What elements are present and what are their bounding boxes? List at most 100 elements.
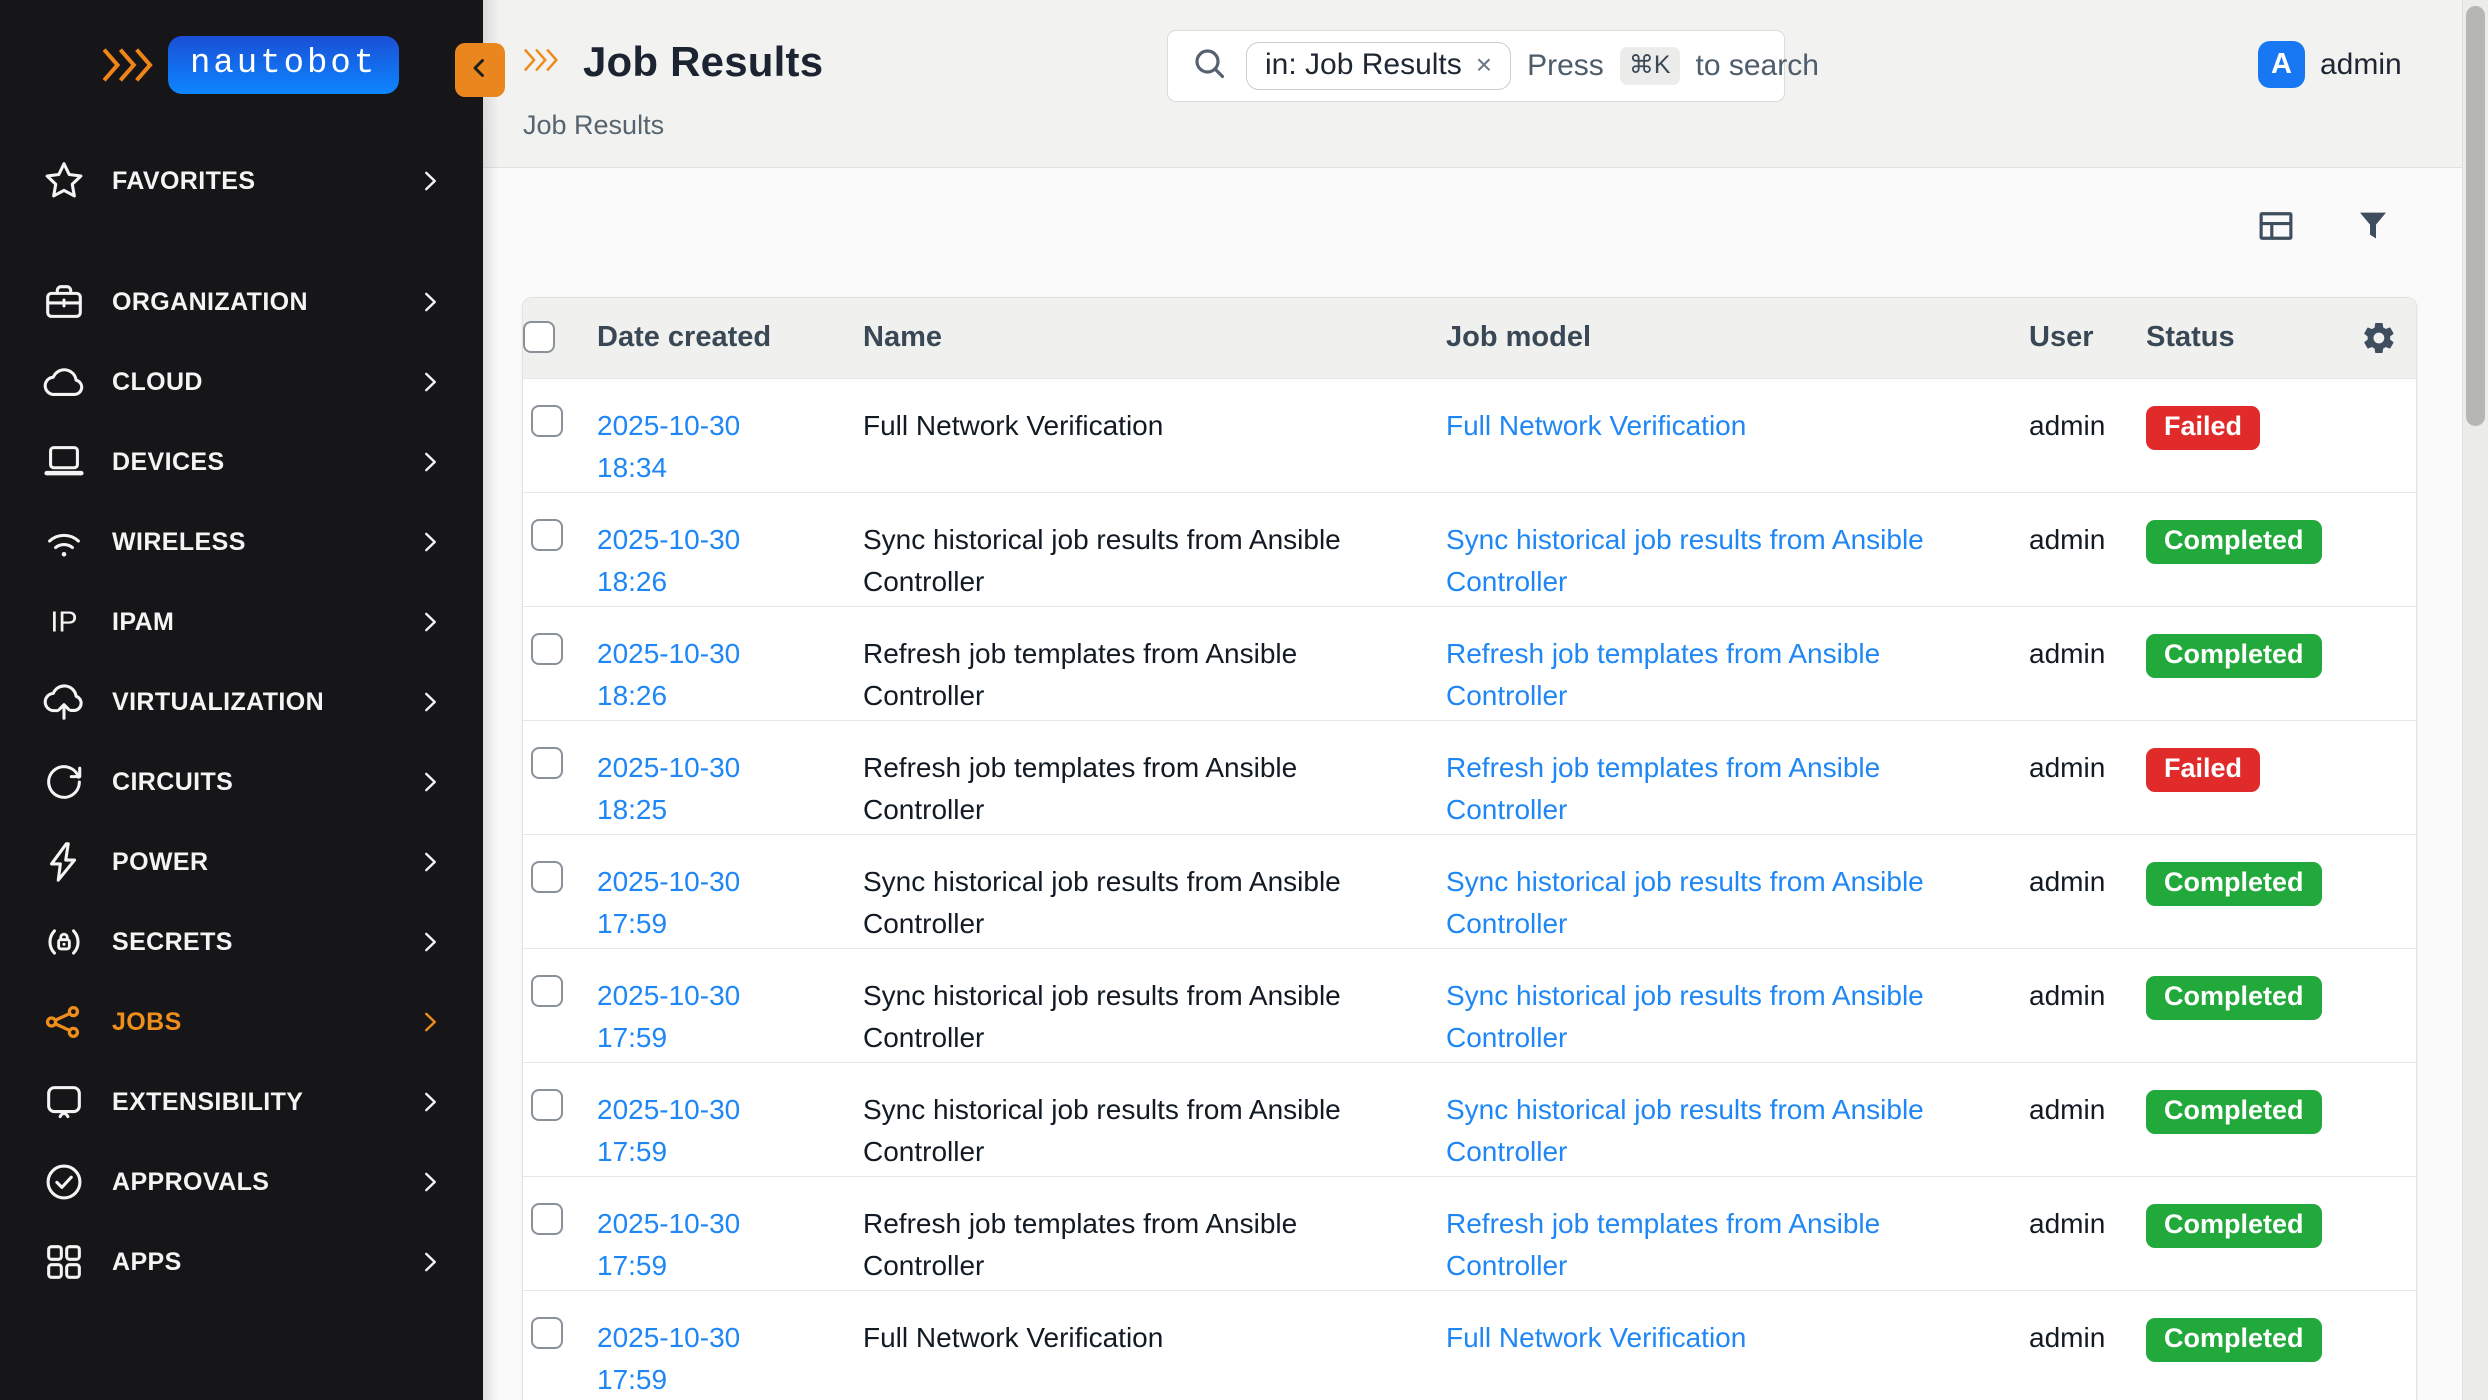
chevron-right-icon xyxy=(415,1247,445,1277)
search-hint-press: Press xyxy=(1527,49,1604,83)
sidebar-item-virtualization[interactable]: VIRTUALIZATION xyxy=(0,662,483,742)
sidebar-item-power[interactable]: POWER xyxy=(0,822,483,902)
title-chevrons-icon xyxy=(521,44,565,81)
lock-brackets-icon xyxy=(40,919,88,965)
date-created-link[interactable]: 2025-10-3018:26 xyxy=(597,638,740,711)
table-settings-button[interactable] xyxy=(2361,320,2417,356)
status-badge: Failed xyxy=(2146,748,2260,792)
table-row: 2025-10-3017:59 Sync historical job resu… xyxy=(523,948,2417,1062)
table-toolbar xyxy=(2255,204,2393,248)
table-row: 2025-10-3018:26 Sync historical job resu… xyxy=(523,492,2417,606)
sidebar-item-devices[interactable]: DEVICES xyxy=(0,422,483,502)
column-header-job-model[interactable]: Job model xyxy=(1446,298,2029,378)
job-model-link[interactable]: Refresh job templates from Ansible Contr… xyxy=(1446,752,1880,825)
sidebar-item-favorites[interactable]: FAVORITES xyxy=(0,141,483,221)
briefcase-icon xyxy=(40,279,88,325)
row-checkbox[interactable] xyxy=(531,1089,563,1121)
user-menu[interactable]: A admin xyxy=(2258,41,2402,88)
row-checkbox[interactable] xyxy=(531,633,563,665)
job-model-link[interactable]: Full Network Verification xyxy=(1446,410,1746,441)
search-filter-chip[interactable]: in: Job Results × xyxy=(1246,42,1511,90)
column-header-date-created[interactable]: Date created xyxy=(597,298,863,378)
sidebar-item-ipam[interactable]: IP IPAM xyxy=(0,582,483,662)
row-checkbox[interactable] xyxy=(531,405,563,437)
chevron-right-icon xyxy=(415,1167,445,1197)
job-name: Sync historical job results from Ansible… xyxy=(863,866,1341,939)
row-checkbox[interactable] xyxy=(531,1317,563,1349)
table-layout-button[interactable] xyxy=(2255,205,2297,247)
table-row: 2025-10-3017:59 Refresh job templates fr… xyxy=(523,1176,2417,1290)
sidebar-item-wireless[interactable]: WIRELESS xyxy=(0,502,483,582)
refresh-circle-icon xyxy=(40,759,88,805)
sidebar-item-extensibility[interactable]: EXTENSIBILITY xyxy=(0,1062,483,1142)
wifi-icon xyxy=(40,519,88,565)
select-all-checkbox[interactable] xyxy=(523,321,555,353)
sidebar-item-organization[interactable]: ORGANIZATION xyxy=(0,262,483,342)
sidebar-item-approvals[interactable]: APPROVALS xyxy=(0,1142,483,1222)
status-badge: Completed xyxy=(2146,1090,2322,1134)
chevron-right-icon xyxy=(415,687,445,717)
sidebar-item-label: POWER xyxy=(112,848,415,877)
date-created-link[interactable]: 2025-10-3017:59 xyxy=(597,1208,740,1281)
row-checkbox[interactable] xyxy=(531,861,563,893)
logo-wordmark: nautobot xyxy=(168,36,399,94)
sidebar-collapse-button[interactable] xyxy=(455,43,505,97)
date-created-link[interactable]: 2025-10-3018:26 xyxy=(597,524,740,597)
global-search-input[interactable]: in: Job Results × Press ⌘K to search xyxy=(1167,30,1785,102)
sidebar-item-circuits[interactable]: CIRCUITS xyxy=(0,742,483,822)
column-header-name[interactable]: Name xyxy=(863,298,1446,378)
sidebar-item-cloud[interactable]: CLOUD xyxy=(0,342,483,422)
status-badge: Completed xyxy=(2146,976,2322,1020)
vertical-scrollbar[interactable] xyxy=(2462,0,2488,1400)
sidebar-item-jobs[interactable]: JOBS xyxy=(0,982,483,1062)
job-model-link[interactable]: Sync historical job results from Ansible… xyxy=(1446,980,1924,1053)
date-created-link[interactable]: 2025-10-3017:59 xyxy=(597,866,740,939)
sidebar-nav: FAVORITES ORGANIZATION CLOUD xyxy=(0,141,483,1302)
scrollbar-thumb[interactable] xyxy=(2466,6,2485,426)
logo[interactable]: nautobot xyxy=(100,36,399,94)
cloud-upload-icon xyxy=(40,679,88,725)
column-header-status[interactable]: Status xyxy=(2146,298,2361,378)
row-checkbox[interactable] xyxy=(531,747,563,779)
check-circle-icon xyxy=(40,1159,88,1205)
sidebar-item-apps[interactable]: APPS xyxy=(0,1222,483,1302)
job-name: Full Network Verification xyxy=(863,1322,1163,1353)
search-hint-suffix: to search xyxy=(1696,49,1819,83)
job-model-link[interactable]: Sync historical job results from Ansible… xyxy=(1446,524,1924,597)
job-model-link[interactable]: Sync historical job results from Ansible… xyxy=(1446,866,1924,939)
job-model-link[interactable]: Sync historical job results from Ansible… xyxy=(1446,1094,1924,1167)
date-created-link[interactable]: 2025-10-3018:25 xyxy=(597,752,740,825)
chevron-right-icon xyxy=(415,767,445,797)
sidebar-item-secrets[interactable]: SECRETS xyxy=(0,902,483,982)
avatar[interactable]: A xyxy=(2258,41,2305,88)
row-checkbox[interactable] xyxy=(531,519,563,551)
chip-close-icon[interactable]: × xyxy=(1476,51,1492,79)
sidebar-item-label: FAVORITES xyxy=(112,167,415,196)
column-header-user[interactable]: User xyxy=(2029,298,2146,378)
sidebar-item-label: VIRTUALIZATION xyxy=(112,688,415,717)
row-checkbox[interactable] xyxy=(531,975,563,1007)
search-chip-label: in: Job Results xyxy=(1265,48,1462,82)
row-checkbox[interactable] xyxy=(531,1203,563,1235)
user-cell: admin xyxy=(2029,410,2105,441)
table-row: 2025-10-3018:26 Refresh job templates fr… xyxy=(523,606,2417,720)
date-created-link[interactable]: 2025-10-3017:59 xyxy=(597,1094,740,1167)
job-name: Sync historical job results from Ansible… xyxy=(863,524,1341,597)
user-cell: admin xyxy=(2029,1208,2105,1239)
status-badge: Completed xyxy=(2146,520,2322,564)
date-created-link[interactable]: 2025-10-3017:59 xyxy=(597,980,740,1053)
sidebar-item-label: CLOUD xyxy=(112,368,415,397)
status-badge: Completed xyxy=(2146,1318,2322,1362)
sidebar-item-label: EXTENSIBILITY xyxy=(112,1088,415,1117)
breadcrumb[interactable]: Job Results xyxy=(523,110,664,141)
table-row: 2025-10-3018:25 Refresh job templates fr… xyxy=(523,720,2417,834)
sidebar-item-label: JOBS xyxy=(112,1008,415,1037)
job-model-link[interactable]: Refresh job templates from Ansible Contr… xyxy=(1446,1208,1880,1281)
job-model-link[interactable]: Full Network Verification xyxy=(1446,1322,1746,1353)
job-model-link[interactable]: Refresh job templates from Ansible Contr… xyxy=(1446,638,1880,711)
filter-button[interactable] xyxy=(2353,204,2393,248)
job-results-table: Date created Name Job model User Status … xyxy=(523,298,2417,1400)
date-created-link[interactable]: 2025-10-3017:59 xyxy=(597,1322,740,1395)
date-created-link[interactable]: 2025-10-3018:34 xyxy=(597,410,740,483)
sidebar-item-label: APPS xyxy=(112,1248,415,1277)
